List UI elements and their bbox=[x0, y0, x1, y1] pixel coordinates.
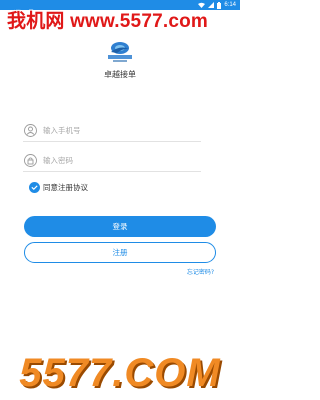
wifi-icon bbox=[198, 2, 206, 8]
agree-terms-label[interactable]: 同意注册协议 bbox=[43, 182, 88, 193]
app-title: 卓越接单 bbox=[104, 70, 136, 79]
agree-terms-row[interactable]: 同意注册协议 bbox=[29, 181, 88, 193]
password-field bbox=[23, 151, 201, 172]
watermark-bottom-text: 5577.COM bbox=[19, 350, 221, 395]
lock-icon bbox=[24, 154, 37, 167]
register-button[interactable]: 注册 bbox=[24, 242, 216, 263]
status-time: 6:14 bbox=[224, 2, 236, 8]
user-icon bbox=[24, 124, 37, 137]
login-button[interactable]: 登录 bbox=[24, 216, 216, 237]
signal-icon bbox=[208, 2, 215, 8]
app-logo bbox=[108, 42, 132, 62]
password-input[interactable] bbox=[43, 153, 193, 167]
forgot-password-link[interactable]: 忘记密码? bbox=[187, 267, 214, 276]
check-icon bbox=[31, 184, 38, 190]
status-icons: 6:14 bbox=[198, 1, 236, 9]
phone-input[interactable] bbox=[43, 123, 193, 137]
battery-icon bbox=[217, 1, 222, 9]
agree-checkbox[interactable] bbox=[29, 181, 40, 193]
phone-field bbox=[23, 121, 201, 142]
watermark-top-text: 我机网 www.5577.com bbox=[7, 11, 209, 32]
